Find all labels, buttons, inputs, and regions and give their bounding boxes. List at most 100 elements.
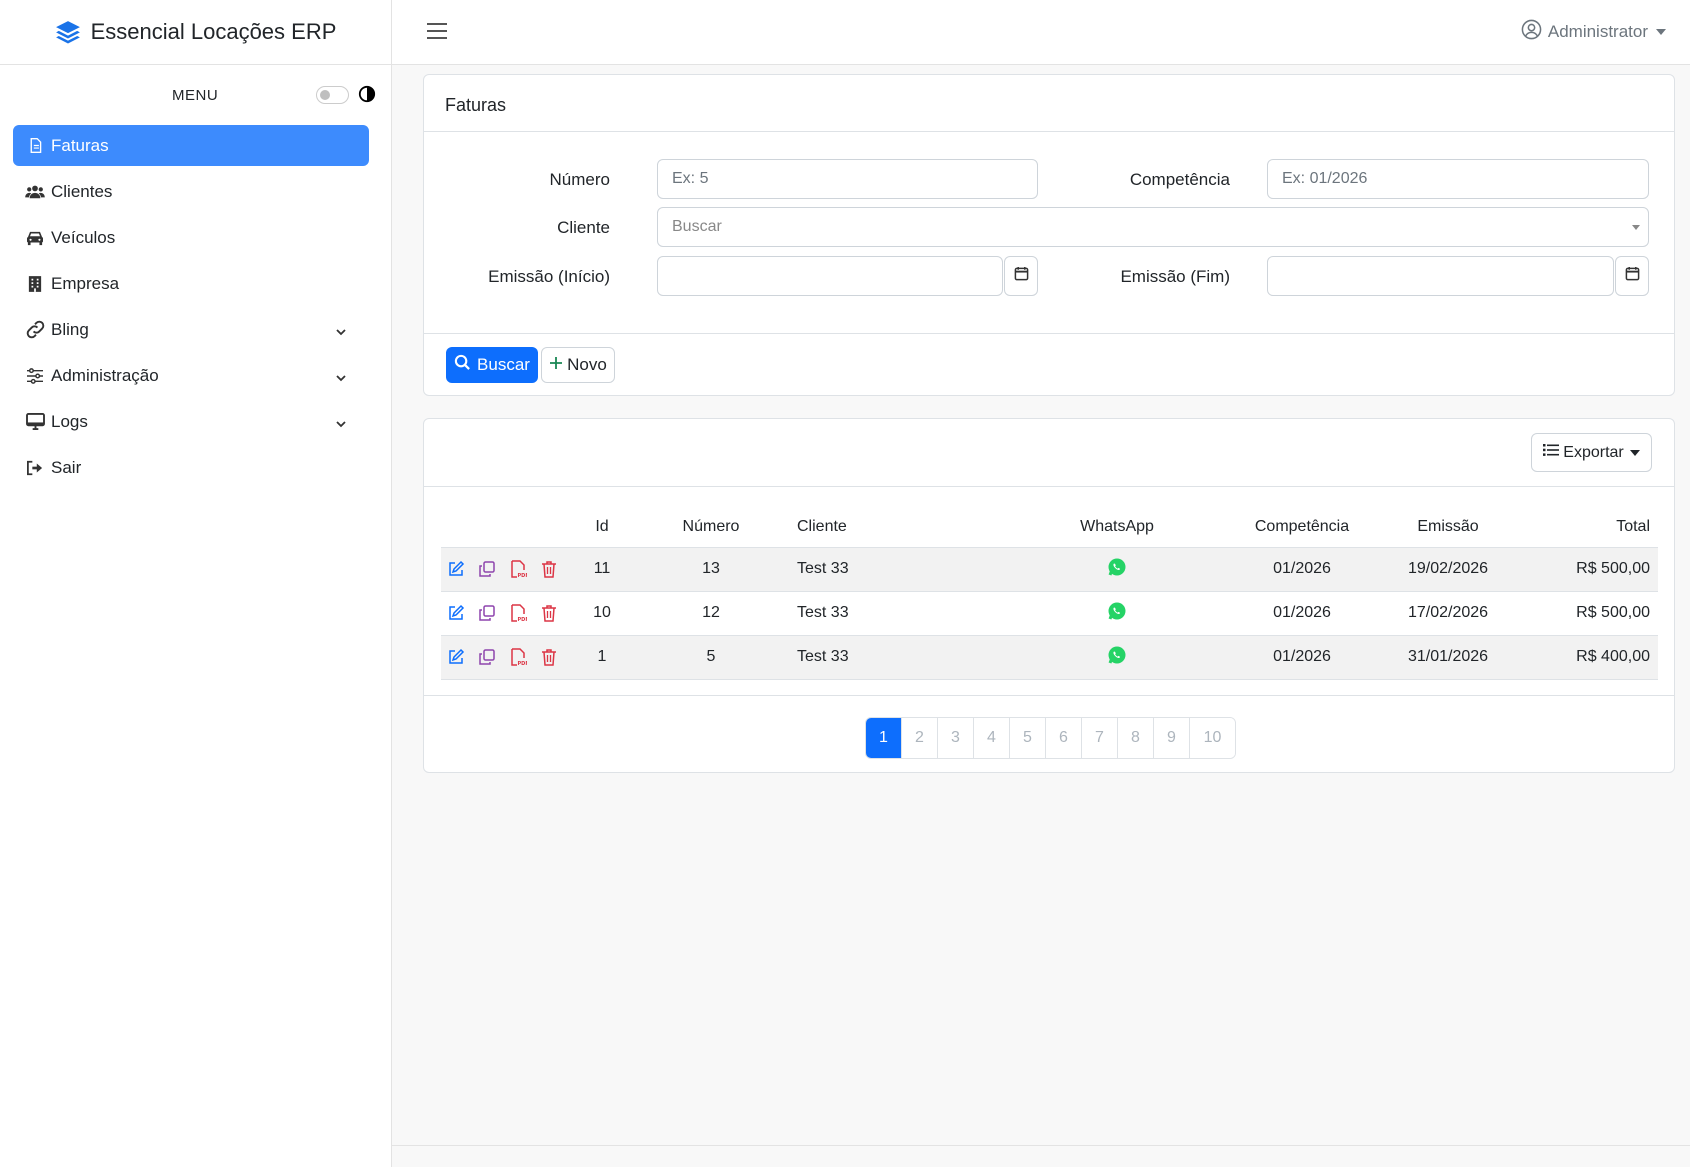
competencia-input[interactable]: Ex: 01/2026 — [1267, 159, 1649, 199]
column-header-numero: Número — [625, 507, 797, 548]
competencia-label: Competência — [1129, 170, 1230, 189]
cell-total: R$ 400,00 — [1509, 635, 1658, 680]
edit-icon[interactable] — [447, 560, 465, 578]
theme-toggle-switch[interactable] — [316, 86, 349, 104]
cell-total: R$ 500,00 — [1509, 547, 1658, 592]
filter-card: Faturas Número Ex: 5 Competência Ex: 01/… — [423, 74, 1675, 396]
sidebar-item-label: Clientes — [51, 181, 113, 201]
cell-emissao: 19/02/2026 — [1387, 547, 1509, 592]
sidebar-item-label: Logs — [51, 411, 88, 431]
table-row: PDF 1 5 Test 33 01/2026 31/01/2026 R$ 40… — [441, 635, 1658, 680]
sidebar-item-empresa[interactable]: Empresa — [13, 263, 369, 304]
copy-icon[interactable] — [478, 560, 496, 578]
column-header-total: Total — [1509, 507, 1658, 548]
copy-icon[interactable] — [478, 648, 496, 666]
column-header-competencia: Competência — [1217, 507, 1387, 548]
row-actions: PDF — [441, 547, 579, 592]
column-header-id: Id — [579, 507, 625, 548]
building-icon — [25, 274, 45, 294]
column-header-emissao: Emissão — [1387, 507, 1509, 548]
file-icon — [25, 136, 45, 156]
search-button[interactable]: Buscar — [446, 347, 538, 383]
hamburger-menu-icon[interactable] — [425, 20, 449, 42]
pdf-icon[interactable]: PDF — [509, 648, 527, 666]
page-link-7[interactable]: 7 — [1082, 718, 1118, 758]
plus-icon — [549, 355, 563, 375]
sidebar-item-bling[interactable]: Bling — [13, 309, 369, 350]
cliente-select[interactable]: Buscar — [657, 207, 1649, 247]
sidebar-item-faturas[interactable]: Faturas — [13, 125, 369, 166]
cell-cliente: Test 33 — [797, 547, 1017, 592]
edit-icon[interactable] — [447, 648, 465, 666]
whatsapp-icon[interactable] — [1107, 646, 1127, 669]
calendar-icon — [1014, 266, 1029, 286]
page-link-5[interactable]: 5 — [1010, 718, 1046, 758]
brand[interactable]: Essencial Locações ERP — [0, 0, 391, 65]
pdf-icon[interactable]: PDF — [509, 560, 527, 578]
cell-competencia: 01/2026 — [1217, 591, 1387, 636]
sidebar-item-administracao[interactable]: Administração — [13, 355, 369, 396]
column-header-whatsapp: WhatsApp — [1017, 507, 1217, 548]
list-icon — [1543, 443, 1560, 462]
emissao-inicio-input[interactable] — [657, 256, 1003, 296]
edit-icon[interactable] — [447, 604, 465, 622]
emissao-inicio-label: Emissão (Início) — [488, 267, 610, 286]
emissao-inicio-calendar-button[interactable] — [1004, 256, 1038, 296]
trash-icon[interactable] — [540, 604, 558, 622]
contrast-icon[interactable] — [358, 85, 376, 103]
page-link-3[interactable]: 3 — [938, 718, 974, 758]
page-link-10[interactable]: 10 — [1190, 718, 1235, 758]
export-button[interactable]: Exportar — [1531, 433, 1652, 472]
new-button-label: Novo — [567, 355, 607, 374]
results-card: Exportar Id Número Cliente WhatsApp Comp… — [423, 418, 1675, 773]
page-link-1[interactable]: 1 — [866, 718, 902, 758]
page-link-6[interactable]: 6 — [1046, 718, 1082, 758]
page-link-4[interactable]: 4 — [974, 718, 1010, 758]
users-icon — [25, 182, 45, 202]
numero-input[interactable]: Ex: 5 — [657, 159, 1038, 199]
cell-emissao: 31/01/2026 — [1387, 635, 1509, 680]
pdf-icon[interactable]: PDF — [509, 604, 527, 622]
cliente-label: Cliente — [557, 218, 610, 237]
row-actions: PDF — [441, 591, 579, 636]
emissao-fim-calendar-button[interactable] — [1615, 256, 1649, 296]
user-menu[interactable]: Administrator — [1521, 19, 1666, 45]
search-icon — [454, 354, 471, 376]
caret-down-icon — [1656, 29, 1666, 35]
layers-logo-icon — [55, 19, 81, 45]
cell-numero: 12 — [625, 591, 797, 636]
results-card-footer: 1 2 3 4 5 6 7 8 9 10 — [424, 695, 1674, 773]
page-link-9[interactable]: 9 — [1154, 718, 1190, 758]
cell-total: R$ 500,00 — [1509, 591, 1658, 636]
sidebar-item-label: Empresa — [51, 273, 120, 293]
sidebar-item-clientes[interactable]: Clientes — [13, 171, 369, 212]
page-link-2[interactable]: 2 — [902, 718, 938, 758]
copy-icon[interactable] — [478, 604, 496, 622]
link-icon — [25, 320, 45, 340]
sidebar-item-veiculos[interactable]: Veículos — [13, 217, 369, 258]
sidebar-item-logs[interactable]: Logs — [13, 401, 369, 442]
cell-cliente: Test 33 — [797, 635, 1017, 680]
trash-icon[interactable] — [540, 648, 558, 666]
sidebar-item-label: Faturas — [51, 135, 109, 155]
new-button[interactable]: Novo — [541, 347, 615, 383]
search-button-label: Buscar — [477, 355, 530, 374]
calendar-icon — [1625, 266, 1640, 286]
whatsapp-icon[interactable] — [1107, 602, 1127, 625]
whatsapp-icon[interactable] — [1107, 558, 1127, 581]
emissao-fim-input[interactable] — [1267, 256, 1614, 296]
page-link-8[interactable]: 8 — [1118, 718, 1154, 758]
cell-id: 10 — [579, 591, 625, 636]
export-button-label: Exportar — [1563, 443, 1624, 461]
sidebar-nav: Faturas Clientes Veículos Empresa Bling … — [0, 125, 391, 488]
sidebar-item-sair[interactable]: Sair — [13, 447, 369, 488]
sidebar-item-label: Bling — [51, 319, 89, 339]
filter-card-footer: Buscar Novo — [424, 333, 1674, 396]
trash-icon[interactable] — [540, 560, 558, 578]
cell-competencia: 01/2026 — [1217, 635, 1387, 680]
menu-title: MENU — [172, 87, 219, 104]
invoices-table: Id Número Cliente WhatsApp Competência E… — [441, 507, 1658, 680]
cliente-select-placeholder: Buscar — [672, 218, 722, 235]
cell-cliente: Test 33 — [797, 591, 1017, 636]
caret-down-icon — [1629, 449, 1640, 456]
